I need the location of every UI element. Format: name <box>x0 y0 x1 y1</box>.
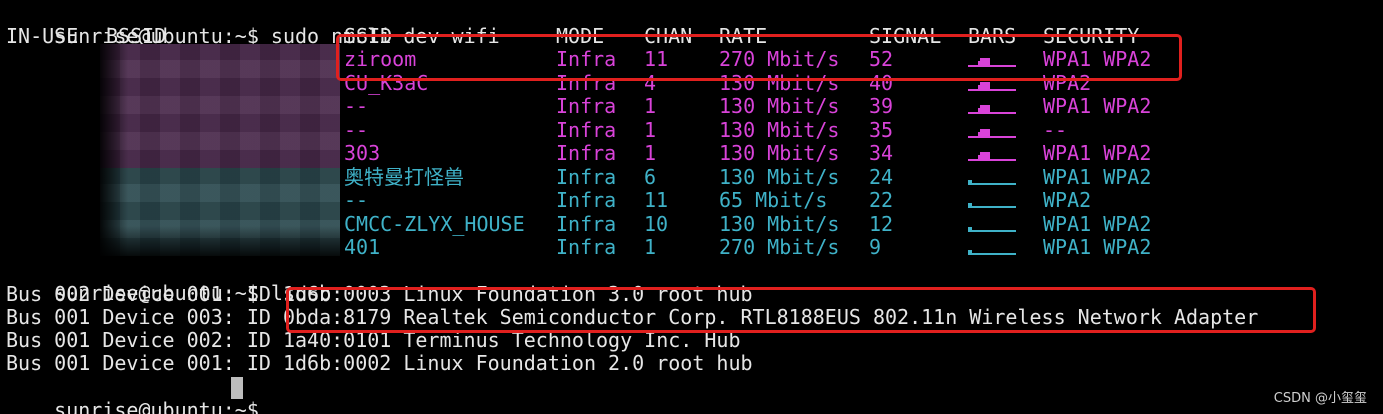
signal-bars-icon <box>968 166 1020 189</box>
wifi-mode: Infra <box>556 141 617 165</box>
wifi-chan: 6 <box>644 164 657 189</box>
signal-bars-icon <box>968 119 1020 142</box>
wifi-mode: Infra <box>556 188 617 212</box>
wifi-signal: 39 <box>869 94 894 118</box>
wifi-chan: 1 <box>644 235 657 259</box>
wifi-security: WPA1 WPA2 <box>1043 94 1152 118</box>
wifi-rate: 130 Mbit/s <box>719 164 840 189</box>
signal-bars-icon <box>968 142 1020 165</box>
signal-bars-icon <box>968 236 1020 259</box>
wifi-signal: 35 <box>869 117 894 142</box>
wifi-rate: 130 Mbit/s <box>719 117 840 142</box>
command-line-1: sunrise@ubuntu:~$ sudo nmcli dev wifi <box>6 2 500 48</box>
signal-bars-icon <box>968 95 1020 118</box>
command-line-2: sunrise@ubuntu:~$ lsusb <box>6 259 331 305</box>
wifi-ssid: 303 <box>344 141 381 165</box>
wifi-security: WPA2 <box>1043 188 1092 212</box>
highlight-box-wireless-adapter <box>286 287 1316 333</box>
wifi-security: WPA1 WPA2 <box>1043 164 1152 189</box>
terminal-window[interactable]: sunrise@ubuntu:~$ sudo nmcli dev wifi IN… <box>0 0 1383 414</box>
wifi-ssid: -- <box>344 94 369 118</box>
wifi-security: WPA1 WPA2 <box>1043 141 1152 165</box>
redacted-bssid-area <box>100 44 340 256</box>
wifi-ssid: 奥特曼打怪兽 <box>344 164 464 189</box>
prompt: sunrise@ubuntu:~$ <box>54 398 259 414</box>
wifi-mode: Infra <box>556 94 617 118</box>
wifi-mode: Infra <box>556 211 617 236</box>
wifi-signal: 12 <box>869 211 894 236</box>
wifi-ssid: CMCC-ZLYX_HOUSE <box>344 211 525 236</box>
wifi-rate: 130 Mbit/s <box>719 211 840 236</box>
wifi-security: WPA1 WPA2 <box>1043 235 1152 259</box>
wifi-chan: 10 <box>644 211 669 236</box>
wifi-signal: 24 <box>869 164 894 189</box>
wifi-ssid: -- <box>344 188 369 212</box>
wifi-chan: 1 <box>644 94 657 118</box>
redacted-block-magenta <box>100 44 340 168</box>
wifi-signal: 34 <box>869 141 894 165</box>
wifi-security: WPA1 WPA2 <box>1043 211 1152 236</box>
wifi-signal: 9 <box>869 235 882 259</box>
wifi-mode: Infra <box>556 235 617 259</box>
wifi-ssid: -- <box>344 117 369 142</box>
wifi-security: -- <box>1043 117 1068 142</box>
command-line-3: sunrise@ubuntu:~$ <box>6 376 259 414</box>
highlight-box-ziroom <box>336 34 1182 81</box>
wifi-ssid: 401 <box>344 235 381 259</box>
signal-bars-icon <box>968 213 1020 236</box>
wifi-chan: 11 <box>644 188 669 212</box>
wifi-chan: 1 <box>644 141 657 165</box>
header-in-use: IN-USE <box>6 24 79 48</box>
signal-bars-icon <box>968 189 1020 212</box>
wifi-rate: 130 Mbit/s <box>719 141 840 165</box>
wifi-rate: 65 Mbit/s <box>719 188 828 212</box>
wifi-mode: Infra <box>556 164 617 189</box>
watermark: CSDN @小玺玺 <box>1273 391 1367 406</box>
wifi-rate: 130 Mbit/s <box>719 94 840 118</box>
wifi-chan: 1 <box>644 117 657 142</box>
text-cursor <box>231 377 243 399</box>
wifi-signal: 22 <box>869 188 894 212</box>
lsusb-line: Bus 001 Device 001: ID 1d6b:0002 Linux F… <box>6 351 753 375</box>
wifi-rate: 270 Mbit/s <box>719 235 840 259</box>
wifi-mode: Infra <box>556 117 617 142</box>
